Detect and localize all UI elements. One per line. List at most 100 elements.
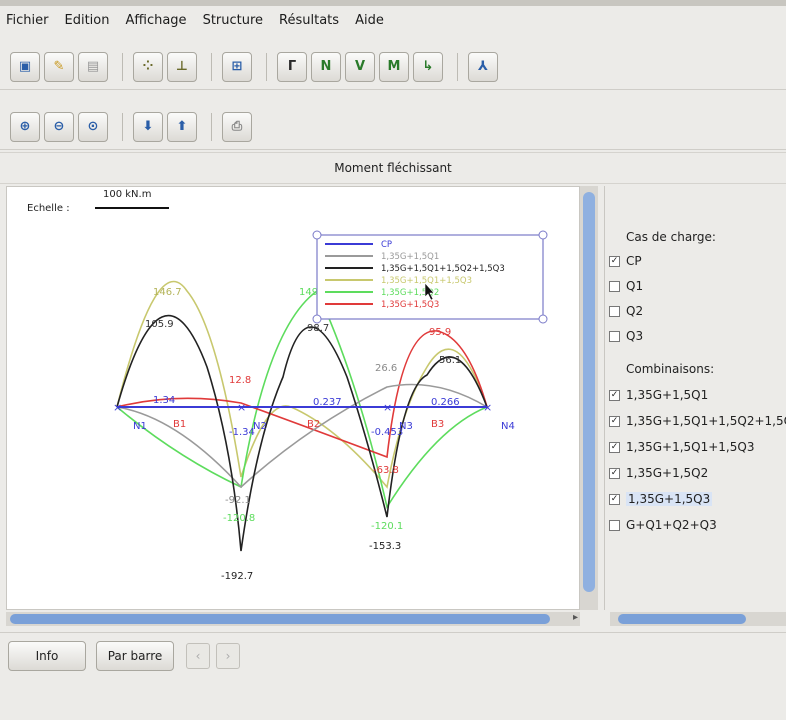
combination-checkbox[interactable]: ✓ 1,35G+1,5Q1+1,5Q3	[609, 440, 754, 454]
resize-handle[interactable]	[538, 314, 548, 324]
horizontal-scrollbar[interactable]: ▸	[6, 612, 580, 626]
diagram-canvas[interactable]: Echelle : 100 kN.m × N1 × N2 × N3 × N4 B1 B2 B3 14…	[6, 186, 580, 610]
zoom-out-button[interactable]: ⊖	[44, 111, 74, 142]
scroll-right-icon[interactable]: ▸	[573, 612, 578, 623]
node-icon: ⁘	[142, 59, 154, 74]
checkbox-label: 1,35G+1,5Q2	[626, 466, 709, 480]
node-marker-icon[interactable]: ×	[383, 401, 392, 414]
structure-icon: ⅄	[478, 59, 488, 74]
toolbar-separator	[211, 52, 212, 81]
menu-item-3[interactable]: Structure	[203, 13, 263, 28]
bar-label: B2	[307, 419, 320, 430]
normal-force-button[interactable]: N	[311, 51, 341, 82]
node-button[interactable]: ⁘	[133, 51, 163, 82]
checkbox-checked-icon[interactable]: ✓	[609, 415, 620, 427]
menu-bar: Fichier Edition Affichage Structure Résultat…	[0, 6, 786, 34]
previous-icon[interactable]: ‹	[186, 643, 210, 669]
combination-checkbox[interactable]: ✓ 1,35G+1,5Q2	[609, 466, 708, 480]
bar-label: B1	[173, 419, 186, 430]
moment-value-label: 0.266	[431, 397, 460, 408]
legend-box[interactable]: CP 1,35G+1,5Q1 1,35G+1,5Q1+1,5Q2+1,5Q3 1,35…	[312, 230, 548, 324]
results-panel: Cas de charge: Combinaisons: ✓ CP Q1 Q2 Q3 ✓ 1…	[604, 186, 786, 610]
deformation-button[interactable]: ↳	[413, 51, 443, 82]
zoom-fit-icon: ⊙	[87, 119, 99, 134]
menu-item-2[interactable]: Affichage	[125, 13, 186, 28]
document-button[interactable]: ▤	[78, 51, 108, 82]
checkbox-unchecked-icon[interactable]	[609, 519, 620, 531]
checkbox-checked-icon[interactable]: ✓	[609, 389, 620, 401]
checkbox-checked-icon[interactable]: ✓	[609, 493, 620, 505]
legend-label: 1,35G+1,5Q1	[381, 252, 439, 262]
next-icon[interactable]: ›	[216, 643, 240, 669]
toolbar-separator	[211, 112, 212, 141]
info-button[interactable]: Info	[8, 641, 86, 671]
checkbox-unchecked-icon[interactable]	[609, 280, 620, 292]
per-bar-button[interactable]: Par barre	[96, 641, 174, 671]
checkbox-checked-icon[interactable]: ✓	[609, 467, 620, 479]
shear-force-button[interactable]: V	[345, 51, 375, 82]
vertical-scrollbar[interactable]	[580, 186, 598, 610]
section-icon: ⊞	[231, 59, 243, 74]
arrow-up-button[interactable]: ⬆	[167, 111, 197, 142]
legend-label: 1,35G+1,5Q1+1,5Q2+1,5Q3	[381, 264, 505, 274]
combination-checkbox[interactable]: ✓ 1,35G+1,5Q1+1,5Q2+1,5Q3	[609, 414, 786, 428]
panel-horizontal-scrollbar[interactable]	[610, 612, 786, 626]
combination-checkbox[interactable]: G+Q1+Q2+Q3	[609, 518, 717, 532]
moment-value-label: -120.8	[223, 513, 255, 524]
deformation-icon: ↳	[422, 59, 434, 74]
menu-item-1[interactable]: Edition	[65, 13, 110, 28]
menu-item-4[interactable]: Résultats	[279, 13, 339, 28]
diagram-title: Moment fléchissant	[0, 152, 786, 184]
node-label: N1	[133, 421, 147, 432]
document-icon: ▤	[86, 59, 100, 74]
save-button[interactable]: ▣	[10, 51, 40, 82]
menu-item-5[interactable]: Aide	[355, 13, 384, 28]
combination-checkbox[interactable]: ✓ 1,35G+1,5Q1	[609, 388, 708, 402]
checkbox-label: Q3	[626, 329, 644, 343]
combinations-title: Combinaisons:	[626, 362, 715, 376]
node-marker-icon[interactable]: ×	[113, 401, 122, 414]
load-case-checkbox[interactable]: Q1	[609, 279, 643, 293]
save-icon: ▣	[18, 59, 32, 74]
edit-button[interactable]: ✎	[44, 51, 74, 82]
bar-label: B3	[431, 419, 444, 430]
load-case-checkbox[interactable]: Q2	[609, 304, 643, 318]
main-toolbar: ▣ ✎ ▤ ⁘ ⊥ ⊞ Γ N V M ↳ ⅄	[0, 44, 786, 90]
zoom-in-button[interactable]: ⊕	[10, 111, 40, 142]
zoom-out-icon: ⊖	[53, 119, 65, 134]
vertical-scroll-thumb[interactable]	[583, 192, 595, 592]
resize-handle[interactable]	[312, 230, 322, 240]
print-button[interactable]: ⎙	[222, 111, 252, 142]
structure-button[interactable]: ⅄	[468, 51, 498, 82]
resize-handle[interactable]	[538, 230, 548, 240]
section-button[interactable]: ⊞	[222, 51, 252, 82]
resize-handle[interactable]	[312, 314, 322, 324]
checkbox-unchecked-icon[interactable]	[609, 330, 620, 342]
arrow-down-button[interactable]: ⬇	[133, 111, 163, 142]
menu-item-0[interactable]: Fichier	[6, 13, 49, 28]
toolbar-separator	[457, 52, 458, 81]
curve-1-35g-1-5q1-1-5q2-1-5q3	[116, 314, 488, 552]
checkbox-label: Q2	[626, 304, 644, 318]
checkbox-label: 1,35G+1,5Q1+1,5Q2+1,5Q3	[626, 414, 786, 428]
checkbox-checked-icon[interactable]: ✓	[609, 255, 620, 267]
print-icon: ⎙	[231, 119, 243, 134]
horizontal-scroll-thumb[interactable]	[10, 614, 550, 624]
load-case-checkbox[interactable]: Q3	[609, 329, 643, 343]
load-case-checkbox[interactable]: ✓ CP	[609, 254, 642, 268]
bar-button[interactable]: Γ	[277, 51, 307, 82]
node-label: N4	[501, 421, 515, 432]
checkbox-unchecked-icon[interactable]	[609, 305, 620, 317]
node-marker-icon[interactable]: ×	[237, 401, 246, 414]
checkbox-checked-icon[interactable]: ✓	[609, 441, 620, 453]
toolbar-separator	[122, 112, 123, 141]
moment-button[interactable]: M	[379, 51, 409, 82]
moment-value-label: -192.7	[221, 571, 253, 582]
panel-scroll-thumb[interactable]	[618, 614, 746, 624]
node-marker-icon[interactable]: ×	[483, 401, 492, 414]
zoom-fit-button[interactable]: ⊙	[78, 111, 108, 142]
support-button[interactable]: ⊥	[167, 51, 197, 82]
moment-value-label: 98.7	[307, 323, 329, 334]
moment-icon: M	[387, 59, 401, 74]
combination-checkbox[interactable]: ✓ 1,35G+1,5Q3	[609, 492, 713, 506]
